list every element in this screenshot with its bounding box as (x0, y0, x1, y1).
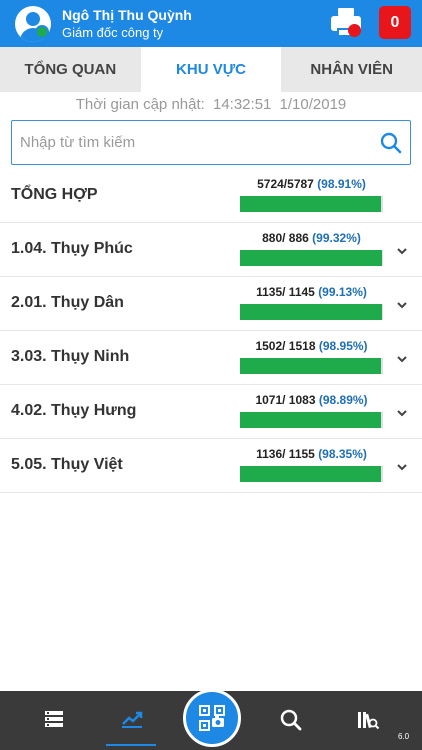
user-role: Giám đốc công ty (62, 25, 164, 40)
tab-area[interactable]: KHU VỰC (140, 47, 282, 92)
active-tab-indicator (106, 744, 156, 746)
area-stat: 1071/ 1083 (98.89%) (240, 393, 383, 407)
search-icon[interactable] (380, 132, 402, 154)
area-percent: (99.32%) (312, 231, 361, 245)
summary-percent: (98.91%) (317, 177, 366, 191)
tab-staff[interactable]: NHÂN VIÊN (281, 47, 422, 92)
chevron-down-icon[interactable] (396, 354, 408, 364)
chevron-down-icon[interactable] (396, 462, 408, 472)
area-progress-bar (240, 466, 383, 482)
nav-book-search[interactable] (336, 691, 396, 750)
nav-search[interactable] (260, 691, 320, 750)
qr-scan-button[interactable] (183, 689, 241, 747)
area-stat: 880/ 886 (99.32%) (240, 231, 383, 245)
avatar-head (26, 12, 40, 26)
summary-row: TỔNG HỢP 5724/5787 (98.91%) (0, 170, 422, 223)
area-count: 1502/ 1518 (255, 339, 316, 353)
app-version: 6.0 (398, 732, 410, 741)
area-row[interactable]: 5.05. Thụy Việt 1136/ 1155 (98.35%) (0, 440, 422, 493)
summary-progress-bar (240, 196, 383, 212)
nav-chart[interactable] (100, 691, 160, 750)
summary-progress-fill (240, 196, 382, 212)
area-count: 1136/ 1155 (256, 447, 315, 461)
summary-label: TỔNG HỢP (11, 186, 98, 203)
update-time-label: Thời gian cập nhật: (75, 96, 205, 113)
update-time-value: 14:32:51 (212, 96, 272, 113)
area-progress-bar (240, 358, 383, 374)
printer-icon[interactable] (330, 8, 362, 38)
notification-badge[interactable]: 0 (379, 6, 411, 39)
search-icon (280, 709, 302, 731)
area-percent: (99.13%) (318, 285, 367, 299)
area-label: 1.04. Thụy Phúc (11, 240, 133, 257)
update-date-value: 1/10/2019 (279, 96, 347, 113)
area-stat: 1136/ 1155 (98.35%) (240, 447, 383, 461)
area-stat: 1502/ 1518 (98.95%) (240, 339, 383, 353)
chevron-down-icon[interactable] (396, 246, 408, 256)
area-count: 1135/ 1145 (256, 285, 315, 299)
book-search-icon (358, 712, 380, 730)
chevron-down-icon[interactable] (396, 300, 408, 310)
chevron-down-icon[interactable] (396, 408, 408, 418)
area-progress-fill (240, 466, 381, 482)
area-progress-bar (240, 304, 383, 320)
area-percent: (98.35%) (318, 447, 367, 461)
nav-list[interactable] (24, 691, 84, 750)
area-progress-fill (240, 412, 382, 428)
tab-overview[interactable]: TỔNG QUAN (0, 47, 141, 92)
area-percent: (98.95%) (318, 339, 368, 353)
area-progress-fill (240, 304, 382, 320)
area-label: 5.05. Thụy Việt (11, 456, 123, 473)
user-name: Ngô Thị Thu Quỳnh (62, 7, 192, 23)
area-progress-bar (240, 412, 383, 428)
search-input[interactable] (20, 121, 370, 164)
area-progress-fill (240, 250, 383, 266)
chart-icon (122, 711, 143, 728)
area-progress-bar (240, 250, 383, 266)
area-count: 1071/ 1083 (255, 393, 316, 407)
area-row[interactable]: 1.04. Thụy Phúc 880/ 886 (99.32%) (0, 224, 422, 277)
tab-bar: TỔNG QUAN KHU VỰC NHÂN VIÊN (0, 47, 422, 92)
search-box (11, 120, 411, 165)
area-stat: 1135/ 1145 (99.13%) (240, 285, 383, 299)
area-row[interactable]: 3.03. Thụy Ninh 1502/ 1518 (98.95%) (0, 332, 422, 385)
area-label: 2.01. Thụy Dân (11, 294, 124, 311)
list-icon (45, 711, 63, 727)
area-label: 3.03. Thụy Ninh (11, 348, 130, 365)
area-row[interactable]: 4.02. Thụy Hưng 1071/ 1083 (98.89%) (0, 386, 422, 439)
update-time-line: Thời gian cập nhật: 14:32:51 1/10/2019 (0, 92, 422, 118)
area-progress-fill (240, 358, 382, 374)
area-row[interactable]: 2.01. Thụy Dân 1135/ 1145 (99.13%) (0, 278, 422, 331)
summary-count: 5724/5787 (257, 177, 314, 191)
area-count: 880/ 886 (262, 231, 309, 245)
summary-stat: 5724/5787 (98.91%) (240, 177, 383, 191)
area-percent: (98.89%) (318, 393, 368, 407)
area-label: 4.02. Thụy Hưng (11, 402, 137, 419)
online-status-dot (35, 25, 49, 39)
qr-scan-icon (199, 705, 225, 731)
app-header: Ngô Thị Thu Quỳnh Giám đốc công ty 0 (0, 0, 422, 47)
printer-status-dot (348, 24, 361, 37)
